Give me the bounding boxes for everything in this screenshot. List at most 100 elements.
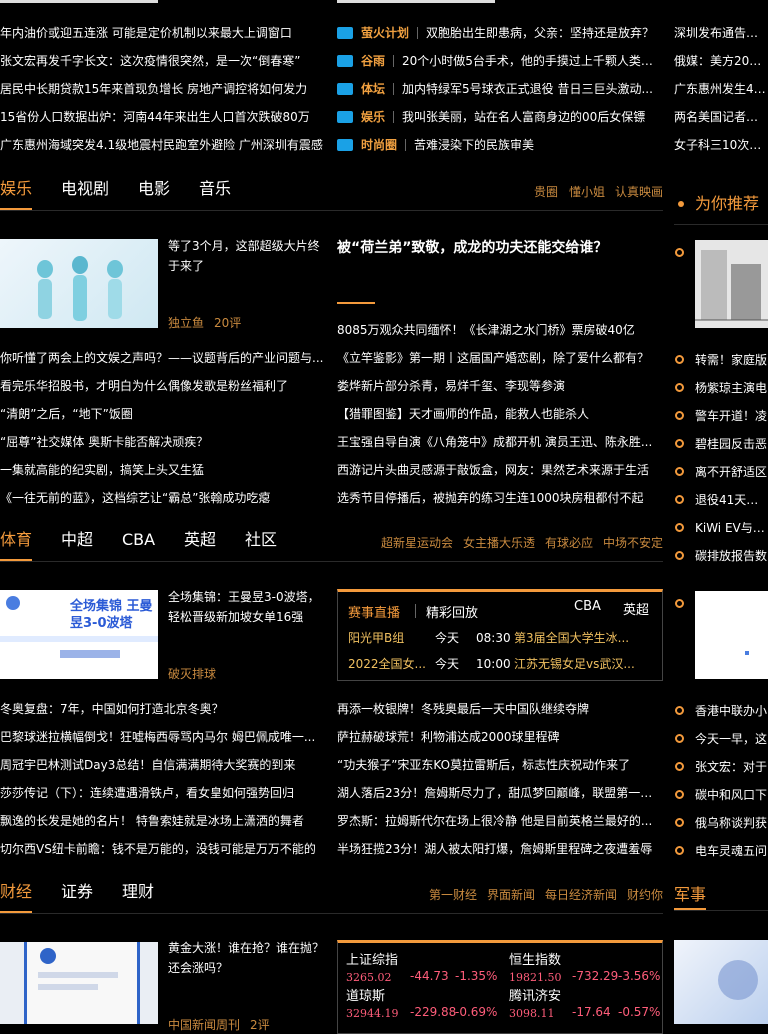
news-link[interactable]: 切尔西VS纽卡前瞻：钱不是万能的，没钱可能是万万不能的	[0, 839, 325, 859]
stock-index[interactable]: 上证综指 3265.02 -44.73 -1.35%	[346, 949, 501, 987]
news-link[interactable]: 周冠宇巴林测试Day3总结！自信满满期待大奖赛的到来	[0, 755, 325, 775]
news-link[interactable]: 我叫张美丽，站在名人富商身边的00后女保镖	[402, 107, 663, 127]
tab-epl[interactable]: 英超	[184, 527, 216, 553]
tab-movie[interactable]: 电影	[138, 176, 170, 202]
news-link[interactable]: 莎莎传记（下）：连续遭遇滑铁卢，看女皇如何强势回归	[0, 783, 325, 803]
news-link[interactable]: 萨拉赫破球荒！利物浦达成2000球里程碑	[337, 727, 663, 747]
news-row[interactable]: 萤火计划 双胞胎出生即患病，父亲：坚持还是放弃？	[337, 23, 663, 43]
news-link[interactable]: 年内油价或迎五连涨 可能是定价机制以来最大上调窗口	[0, 23, 325, 43]
tab-securities[interactable]: 证券	[61, 879, 93, 905]
news-link[interactable]: KiWi EV与草莓	[695, 518, 768, 538]
news-link[interactable]: 俄媒：美方2005年	[674, 51, 768, 71]
tab-csl[interactable]: 中超	[61, 527, 93, 553]
news-link[interactable]: 湖人落后23分！詹姆斯尽力了，甜瓜梦回巅峰，联盟第一太狠	[337, 783, 663, 803]
feature-source[interactable]: 中国新闻周刊	[168, 1016, 240, 1033]
sublink[interactable]: 有球必应	[545, 534, 593, 551]
stock-index[interactable]: 道琼斯 32944.19 -229.88 -0.69%	[346, 985, 501, 1023]
news-link[interactable]: 看完乐华招股书，才明白为什么偶像发歌是粉丝福利了	[0, 376, 325, 396]
military-title[interactable]: 军事	[674, 881, 706, 905]
news-link[interactable]: 15省份人口数据出炉：河南44年来出生人口首次跌破80万	[0, 107, 325, 127]
recommend-image[interactable]	[695, 240, 768, 328]
channel-label[interactable]: 体坛	[361, 79, 385, 99]
news-link[interactable]: 双胞胎出生即患病，父亲：坚持还是放弃？	[426, 23, 663, 43]
feature-source[interactable]: 独立鱼	[168, 314, 204, 331]
channel-label[interactable]: 时尚圈	[361, 135, 397, 155]
news-link[interactable]: 《立竿鉴影》第一期丨这届国产婚恋剧，除了爱什么都有？	[337, 348, 663, 368]
news-link[interactable]: 选秀节目停播后，被抛弃的练习生连1000块房租都付不起	[337, 488, 663, 508]
sublink[interactable]: 认真映画	[615, 183, 663, 200]
tab-community[interactable]: 社区	[245, 527, 277, 553]
news-link[interactable]: 你听懂了两会上的文娱之声吗？——议题背后的产业问题与...	[0, 348, 325, 368]
sublink[interactable]: 女主播大乐透	[463, 534, 535, 551]
news-row[interactable]: 娱乐 我叫张美丽，站在名人富商身边的00后女保镖	[337, 107, 663, 127]
channel-label[interactable]: 娱乐	[361, 107, 385, 127]
tab-cba[interactable]: CBA	[122, 527, 155, 553]
sublink[interactable]: 财约你	[627, 886, 663, 903]
news-link[interactable]: 8085万观众共同缅怀！《长津湖之水门桥》票房破40亿	[337, 320, 663, 340]
sublink[interactable]: 每日经济新闻	[545, 886, 617, 903]
tab-live[interactable]: 赛事直播	[348, 602, 400, 621]
sublink[interactable]: 第一财经	[429, 886, 477, 903]
channel-label[interactable]: 萤火计划	[361, 23, 409, 43]
news-link[interactable]: 深圳发布通告：全	[674, 23, 768, 43]
tab-finance[interactable]: 财经	[0, 879, 32, 905]
news-link[interactable]: “清朗”之后，“地下”饭圈	[0, 404, 325, 424]
news-link[interactable]: 碳中和风口下	[695, 785, 768, 805]
recommend-image[interactable]	[695, 591, 768, 679]
news-link[interactable]: 居民中长期贷款15年来首现负增长 房地产调控将如何发力	[0, 79, 325, 99]
tab-replay[interactable]: 精彩回放	[426, 602, 478, 621]
match-row[interactable]: 阳光甲B组 今天 08:30 第3届全国大学生冰...	[348, 628, 652, 648]
news-row[interactable]: 时尚圈 苦难浸染下的民族审美	[337, 135, 663, 155]
news-link[interactable]: 电车灵魂五问	[695, 841, 768, 861]
sublink[interactable]: 贵圈	[534, 183, 558, 200]
military-image[interactable]	[674, 940, 768, 1024]
sublink[interactable]: 中场不安定	[603, 534, 663, 551]
tab-tv[interactable]: 电视剧	[61, 176, 109, 202]
news-link[interactable]: 冬奥复盘：7年，中国如何打造北京冬奥？	[0, 699, 325, 719]
headline[interactable]: 被“荷兰弟”致敬，成龙的功夫还能交给谁？	[337, 238, 663, 258]
feature-image[interactable]: 全场集锦 王曼昱3-0波塔	[0, 590, 158, 679]
news-link[interactable]: 加内特绿军5号球衣正式退役 昔日三巨头激动...	[402, 79, 663, 99]
news-row[interactable]: 体坛 加内特绿军5号球衣正式退役 昔日三巨头激动...	[337, 79, 663, 99]
feature-source[interactable]: 破灭排球	[168, 665, 216, 682]
news-link[interactable]: 王宝强自导自演《八角笼中》成都开机 演员王迅、陈永胜...	[337, 432, 663, 452]
news-link[interactable]: 今天一早，这	[695, 729, 768, 749]
news-link[interactable]: 20个小时做5台手术，他的手摸过上千颗人类的肺	[402, 51, 663, 71]
feature-title[interactable]: 等了3个月，这部超级大片终于来了	[168, 236, 326, 276]
tab-sports[interactable]: 体育	[0, 527, 32, 553]
news-link[interactable]: 广东惠州发生4.1级	[674, 79, 768, 99]
feature-image[interactable]	[0, 942, 158, 1024]
news-link[interactable]: 飘逸的长发是她的名片！ 特鲁索娃就是冰场上潇洒的舞者	[0, 811, 325, 831]
sublink[interactable]: 超新星运动会	[381, 534, 453, 551]
news-link[interactable]: 两名美国记者在基	[674, 107, 768, 127]
news-link[interactable]: 一集就高能的纪实剧，搞笑上头又生猛	[0, 460, 325, 480]
news-link[interactable]: 苦难浸染下的民族审美	[414, 135, 663, 155]
news-link[interactable]: 杨紫琼主演电	[695, 378, 768, 398]
sublink[interactable]: 界面新闻	[487, 886, 535, 903]
comment-count[interactable]: 20评	[214, 314, 241, 331]
news-link[interactable]: 转需！家庭版	[695, 350, 768, 370]
news-link[interactable]: 香港中联办小	[695, 701, 768, 721]
news-link[interactable]: 西游记片头曲灵感源于敲饭盒，网友：果然艺术来源于生活	[337, 460, 663, 480]
news-link[interactable]: 娄烨新片部分杀青，易烊千玺、李现等参演	[337, 376, 663, 396]
news-link[interactable]: 退役41天后复	[695, 490, 768, 510]
tab-music[interactable]: 音乐	[199, 176, 231, 202]
stock-index[interactable]: 恒生指数 19821.50 -732.29 -3.56%	[509, 949, 660, 987]
feature-image[interactable]	[0, 239, 158, 328]
comment-count[interactable]: 2评	[250, 1016, 270, 1033]
news-link[interactable]: 俄乌称谈判获	[695, 813, 768, 833]
feature-title[interactable]: 全场集锦：王曼昱3-0波塔，轻松晋级新加坡女单16强	[168, 587, 326, 627]
news-link[interactable]: 再添一枚银牌！冬残奥最后一天中国队继续夺牌	[337, 699, 663, 719]
news-link[interactable]: 巴黎球迷拉横幅倒戈！狂嘘梅西辱骂内马尔 姆巴佩成唯一...	[0, 727, 325, 747]
news-link[interactable]: 女子科三10次未过	[674, 135, 768, 155]
news-link[interactable]: 张文宏再发千字长文：这次疫情很突然，是一次“倒春寒”	[0, 51, 325, 71]
news-link[interactable]: “屈尊”社交媒体 奥斯卡能否解决顽疾？	[0, 432, 325, 452]
tab-ent[interactable]: 娱乐	[0, 176, 32, 202]
news-link[interactable]: “功夫猴子”宋亚东KO莫拉雷斯后，标志性庆祝动作来了	[337, 755, 663, 775]
tab-epl-live[interactable]: 英超	[623, 599, 649, 618]
news-link[interactable]: 半场狂揽23分！湖人被太阳打爆，詹姆斯里程碑之夜遭羞辱	[337, 839, 663, 859]
tab-wealth[interactable]: 理财	[122, 879, 154, 905]
news-row[interactable]: 谷雨 20个小时做5台手术，他的手摸过上千颗人类的肺	[337, 51, 663, 71]
news-link[interactable]: 张文宏：对于	[695, 757, 768, 777]
news-link[interactable]: 离不开舒适区	[695, 462, 768, 482]
